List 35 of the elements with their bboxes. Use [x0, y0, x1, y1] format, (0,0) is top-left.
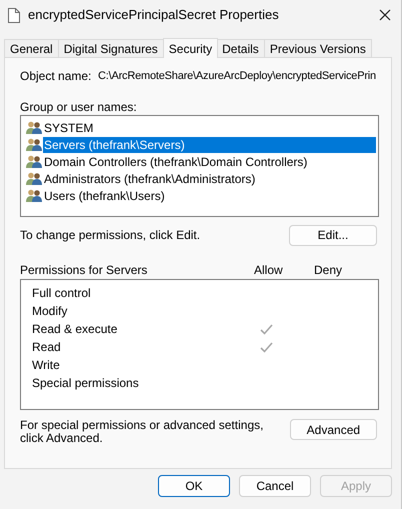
tab[interactable]: Security — [162, 38, 218, 58]
permission-name: Modify — [32, 303, 68, 320]
users-icon — [26, 172, 42, 185]
column-header: Allow — [254, 262, 284, 279]
dialog-button[interactable]: Cancel — [239, 475, 311, 497]
group-item[interactable]: Servers (thefrank\Servers) — [43, 136, 376, 152]
column-header: Deny — [314, 262, 342, 279]
group-item[interactable]: Users (thefrank\Users) — [43, 188, 376, 204]
advanced-hint: For special permissions or advanced settings, click Advanced. — [20, 419, 264, 445]
change-hint: To change permissions, click Edit. — [20, 227, 200, 244]
tab[interactable]: Digital Signatures — [58, 39, 164, 57]
permission-name: Special permissions — [32, 375, 140, 392]
dialog-button[interactable]: OK — [158, 475, 230, 497]
permission-name: Write — [32, 357, 61, 374]
group-item[interactable]: Domain Controllers (thefrank\Domain Controllers) — [43, 154, 376, 170]
tab[interactable]: General — [4, 39, 59, 57]
permission-name: Read & execute — [32, 321, 118, 338]
group-item[interactable]: Administrators (thefrank\Administrators) — [43, 170, 376, 186]
advanced-button[interactable]: Advanced — [290, 419, 377, 440]
permission-name: Full control — [32, 285, 92, 302]
document-icon — [8, 8, 20, 22]
tab[interactable]: Previous Versions — [264, 39, 372, 57]
window-title: encryptedServicePrincipalSecret Properties — [28, 6, 279, 24]
object-name-label: Object name: — [20, 68, 92, 85]
users-icon — [26, 121, 42, 134]
permissions-label: Permissions for Servers — [20, 262, 148, 279]
group-item[interactable]: SYSTEM — [43, 120, 376, 136]
edit-button[interactable]: Edit... — [289, 224, 377, 246]
users-icon — [26, 138, 42, 151]
group-list-label: Group or user names: — [20, 100, 138, 114]
users-icon — [26, 155, 42, 168]
users-icon — [26, 189, 42, 202]
object-name-value: C:\ArcRemoteShare\AzureArcDeploy\encryptedServicePrin — [98, 68, 376, 84]
permission-name: Read — [32, 339, 62, 356]
close-icon[interactable] — [379, 9, 391, 21]
